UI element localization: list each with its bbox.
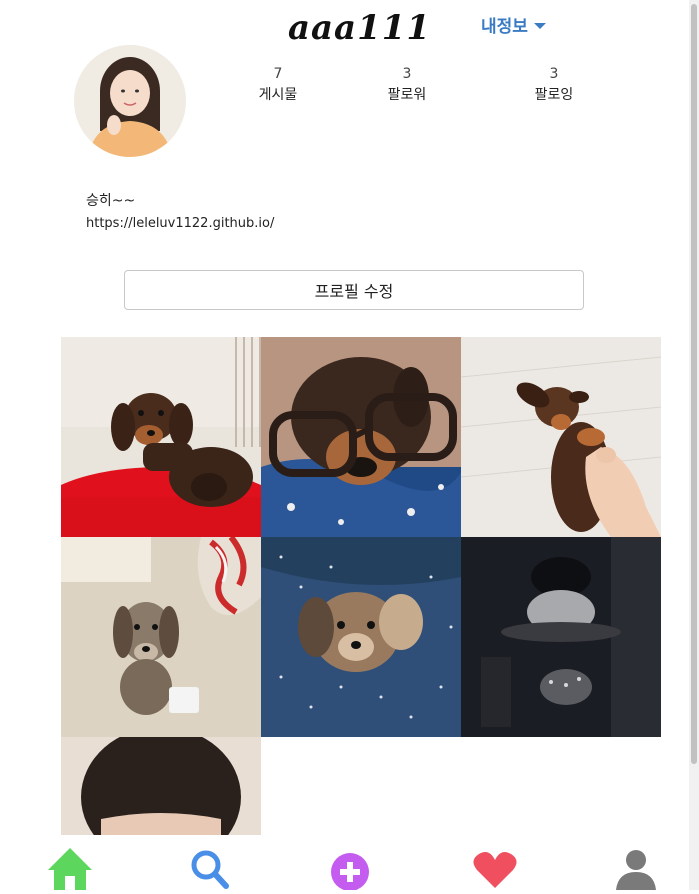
my-info-dropdown[interactable]: 내정보 <box>481 12 546 37</box>
followers-label: 팔로워 <box>387 87 427 103</box>
website-link[interactable]: https://leleluv1122.github.io/ <box>86 216 274 231</box>
bottom-navigation <box>0 840 689 891</box>
bio-name: 승히~~ <box>86 193 136 209</box>
stat-following[interactable]: 3 팔로잉 <box>509 66 599 104</box>
post-thumbnail-7[interactable] <box>61 737 261 835</box>
scrollbar-track[interactable] <box>689 0 699 890</box>
profile-username: aaa111 <box>288 8 432 48</box>
post-thumbnail-2[interactable] <box>261 337 461 537</box>
home-icon[interactable] <box>46 846 94 890</box>
heart-icon[interactable] <box>471 846 519 890</box>
post-thumbnail-5[interactable] <box>261 537 461 737</box>
posts-count: 7 <box>273 66 283 82</box>
followers-count: 3 <box>402 66 412 82</box>
post-thumbnail-4[interactable] <box>61 537 261 737</box>
stat-posts[interactable]: 7 게시물 <box>233 66 323 104</box>
post-thumbnail-1[interactable] <box>61 337 261 537</box>
stat-followers[interactable]: 3 팔로워 <box>362 66 452 104</box>
profile-icon[interactable] <box>612 846 660 890</box>
posts-label: 게시물 <box>258 87 298 103</box>
search-icon[interactable] <box>186 846 234 890</box>
profile-avatar <box>74 45 186 157</box>
post-thumbnail-3[interactable] <box>461 337 661 537</box>
add-post-icon[interactable] <box>326 846 374 891</box>
caret-down-icon <box>533 22 546 29</box>
following-count: 3 <box>549 66 559 82</box>
edit-profile-button[interactable]: 프로필 수정 <box>124 270 584 310</box>
post-thumbnail-6[interactable] <box>461 537 661 737</box>
scrollbar-thumb[interactable] <box>691 4 697 764</box>
following-label: 팔로잉 <box>534 87 574 103</box>
my-info-label: 내정보 <box>481 17 528 37</box>
